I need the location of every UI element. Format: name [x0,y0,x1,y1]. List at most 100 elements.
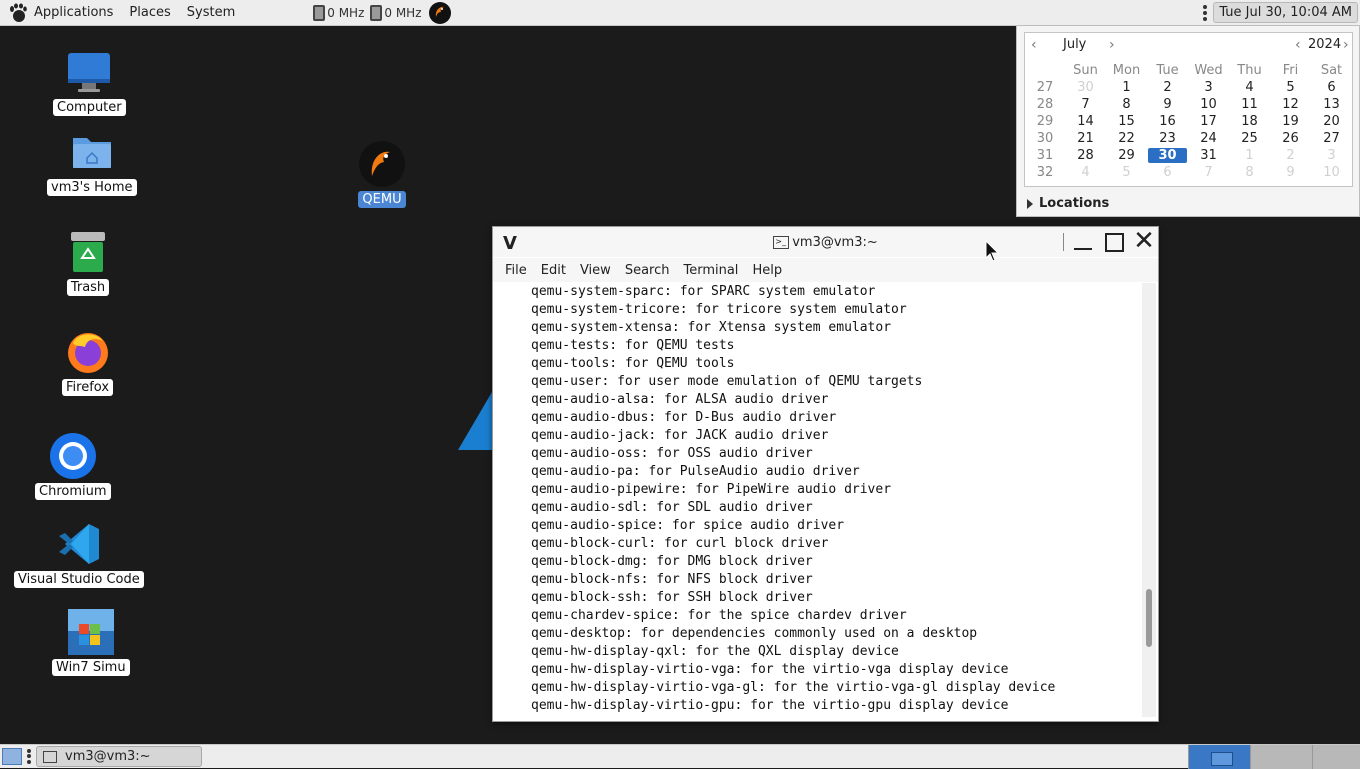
minimize-button[interactable] [1071,231,1095,253]
workspace-3[interactable] [1312,745,1360,769]
prev-year-button[interactable]: ‹ [1295,37,1301,53]
calendar-day[interactable]: 22 [1106,131,1147,146]
desktop-icon-home[interactable]: vm3's Home [47,128,137,196]
calendar-day[interactable]: 23 [1147,131,1188,146]
maximize-button[interactable] [1102,231,1126,253]
locations-expander[interactable]: Locations [1027,196,1109,211]
terminal-line: qemu-system-xtensa: for Xtensa system em… [531,320,892,335]
panel-handle[interactable] [27,748,31,765]
calendar-day[interactable]: 29 [1106,148,1147,163]
calendar-week-row: 31 28 29 30 31 1 2 3 [1025,147,1352,164]
calendar-day[interactable]: 19 [1270,114,1311,129]
calendar-day[interactable]: 4 [1229,80,1270,95]
terminal-output[interactable]: qemu-system-sparc: for SPARC system emul… [493,283,1139,719]
desktop-icon-qemu[interactable]: QEMU [358,140,406,208]
calendar-day[interactable]: 4 [1065,165,1106,180]
calendar-day[interactable]: 5 [1270,80,1311,95]
calendar-day[interactable]: 15 [1106,114,1147,129]
terminal-line: qemu-tools: for QEMU tools [531,356,735,371]
menu-file[interactable]: File [505,263,527,278]
calendar-day[interactable]: 6 [1147,165,1188,180]
scrollbar-thumb[interactable] [1146,589,1152,647]
menu-view[interactable]: View [580,263,611,278]
calendar-day[interactable]: 1 [1229,148,1270,163]
prev-month-button[interactable]: ‹ [1031,37,1037,53]
calendar-day[interactable]: 27 [1311,131,1352,146]
week-number: 31 [1036,148,1054,163]
calendar-day[interactable]: 8 [1106,97,1147,112]
terminal-line: qemu-block-curl: for curl block driver [531,536,829,551]
terminal-scrollbar[interactable] [1142,283,1156,717]
calendar-day[interactable]: 28 [1065,148,1106,163]
next-year-button[interactable]: › [1343,37,1349,53]
calendar-day[interactable]: 20 [1311,114,1352,129]
calendar-day[interactable]: 7 [1188,165,1229,180]
workspace-1[interactable] [1188,745,1250,769]
calendar-day[interactable]: 7 [1065,97,1106,112]
terminal-icon [43,750,57,763]
calendar-day[interactable]: 3 [1188,80,1229,95]
menu-search[interactable]: Search [625,263,670,278]
close-button[interactable]: ✕ [1132,228,1156,254]
qemu-launcher-icon[interactable] [428,1,452,25]
desktop-icon-chromium[interactable]: Chromium [35,432,111,500]
calendar-widget: ‹ July › ‹ 2024 › Sun Mon Tue Wed Thu Fr… [1024,32,1353,187]
window-titlebar[interactable]: V >_ vm3@vm3:~ ✕ [493,227,1158,257]
applications-menu[interactable]: Applications [8,3,113,23]
window-menu-icon[interactable]: V [503,233,517,254]
terminal-line: qemu-block-ssh: for SSH block driver [531,590,813,605]
places-menu[interactable]: Places [129,5,170,20]
menu-terminal[interactable]: Terminal [683,263,738,278]
desktop-icon-firefox[interactable]: Firefox [62,328,114,396]
weekday-header-row: Sun Mon Tue Wed Thu Fri Sat [1025,62,1352,79]
desktop-icon-win7-simu[interactable]: Win7 Simu [52,608,130,676]
calendar-day[interactable]: 31 [1188,148,1229,163]
cpu-chip-icon [370,4,383,21]
calendar-day-today[interactable]: 30 [1148,148,1187,163]
calendar-day[interactable]: 14 [1065,114,1106,129]
desktop-icon-label: vm3's Home [47,179,137,196]
show-desktop-button[interactable] [2,748,22,765]
system-menu[interactable]: System [187,5,235,20]
calendar-day[interactable]: 21 [1065,131,1106,146]
panel-handle[interactable] [1203,4,1208,22]
calendar-day[interactable]: 26 [1270,131,1311,146]
next-month-button[interactable]: › [1109,37,1115,53]
clock-applet[interactable]: Tue Jul 30, 10:04 AM [1213,2,1358,23]
calendar-day[interactable]: 2 [1270,148,1311,163]
calendar-day[interactable]: 16 [1147,114,1188,129]
workspace-2[interactable] [1250,745,1312,769]
desktop-icon-vscode[interactable]: Visual Studio Code [14,520,144,588]
calendar-day[interactable]: 9 [1270,165,1311,180]
desktop-icon-computer[interactable]: Computer [53,48,126,116]
desktop-icon-label: Computer [53,99,126,116]
calendar-day[interactable]: 8 [1229,165,1270,180]
calendar-day[interactable]: 10 [1311,165,1352,180]
terminal-line: qemu-audio-pa: for PulseAudio audio driv… [531,464,860,479]
calendar-day[interactable]: 3 [1311,148,1352,163]
desktop-icon-trash[interactable]: Trash [64,228,112,296]
calendar-day[interactable]: 25 [1229,131,1270,146]
calendar-day[interactable]: 13 [1311,97,1352,112]
menu-edit[interactable]: Edit [541,263,566,278]
calendar-day[interactable]: 30 [1065,80,1106,95]
calendar-day[interactable]: 1 [1106,80,1147,95]
calendar-day[interactable]: 18 [1229,114,1270,129]
weekday-header: Sun [1073,63,1098,78]
calendar-day[interactable]: 12 [1270,97,1311,112]
taskbar-item-terminal[interactable]: vm3@vm3:~ [36,746,202,767]
calendar-day[interactable]: 2 [1147,80,1188,95]
wallpaper-shape [458,392,492,450]
calendar-day[interactable]: 17 [1188,114,1229,129]
cpu-freq-monitor-2[interactable]: 0 MHz [370,4,422,21]
calendar-day[interactable]: 9 [1147,97,1188,112]
calendar-day[interactable]: 11 [1229,97,1270,112]
terminal-window[interactable]: V >_ vm3@vm3:~ ✕ File Edit View Search T… [492,226,1159,722]
calendar-day[interactable]: 5 [1106,165,1147,180]
menu-help[interactable]: Help [752,263,782,278]
calendar-day[interactable]: 6 [1311,80,1352,95]
calendar-day[interactable]: 24 [1188,131,1229,146]
calendar-day[interactable]: 10 [1188,97,1229,112]
win7-icon [67,608,115,656]
cpu-freq-monitor-1[interactable]: 0 MHz [313,4,364,21]
